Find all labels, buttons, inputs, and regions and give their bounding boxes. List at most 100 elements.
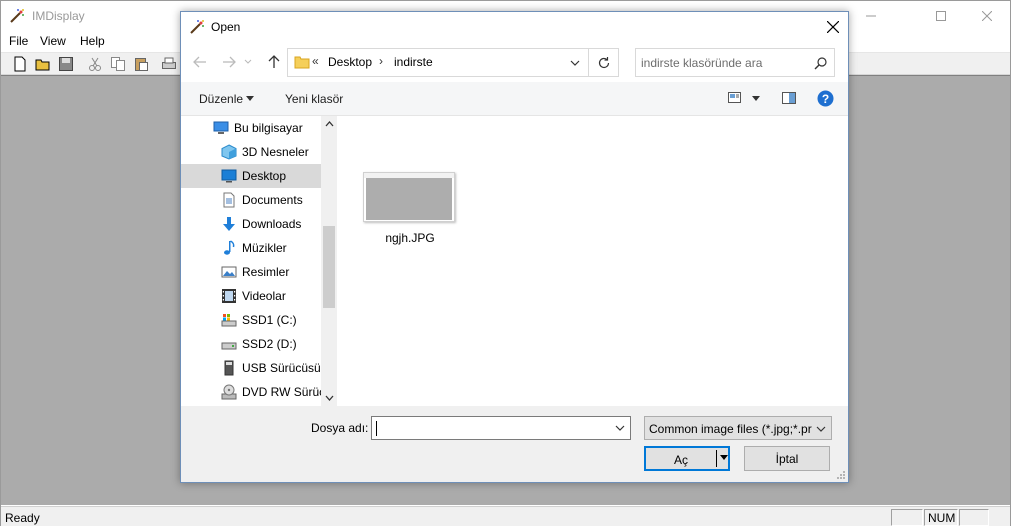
chevron-down-icon[interactable] bbox=[614, 422, 626, 434]
scroll-down-button[interactable] bbox=[321, 390, 337, 406]
search-box[interactable] bbox=[635, 48, 835, 77]
app-menu-bar: File View Help bbox=[1, 32, 181, 52]
file-item[interactable]: ngjh.JPG bbox=[361, 168, 461, 245]
maximize-button[interactable] bbox=[918, 1, 964, 31]
nav-item-downloads[interactable]: Downloads bbox=[181, 212, 321, 236]
navigation-scrollbar[interactable] bbox=[321, 116, 337, 406]
scrollbar-thumb[interactable] bbox=[323, 226, 335, 308]
svg-text:?: ? bbox=[822, 92, 829, 106]
help-icon[interactable]: ? bbox=[817, 90, 834, 107]
nav-item-label: 3D Nesneler bbox=[242, 145, 309, 159]
nav-item-ssd2[interactable]: SSD2 (D:) bbox=[181, 332, 321, 356]
nav-item-label: Resimler bbox=[242, 265, 290, 279]
address-dropdown-icon[interactable] bbox=[568, 56, 582, 70]
download-icon bbox=[223, 217, 235, 231]
open-button[interactable]: Aç bbox=[644, 446, 730, 471]
scroll-up-button[interactable] bbox=[321, 116, 337, 132]
chevron-down-icon bbox=[816, 426, 826, 432]
filetype-select[interactable]: Common image files (*.jpg;*.pr bbox=[644, 416, 832, 440]
music-icon bbox=[224, 240, 235, 255]
nav-item-pictures[interactable]: Resimler bbox=[181, 260, 321, 284]
address-divider bbox=[588, 49, 589, 76]
view-chevron-down-icon[interactable] bbox=[752, 96, 760, 102]
close-icon bbox=[982, 11, 992, 21]
nav-item-this-pc[interactable]: Bu bilgisayar bbox=[181, 116, 321, 140]
open-folder-icon[interactable] bbox=[35, 56, 51, 72]
nav-item-music[interactable]: Müzikler bbox=[181, 236, 321, 260]
file-list[interactable]: ngjh.JPG bbox=[337, 116, 848, 406]
preview-pane-icon[interactable] bbox=[781, 91, 797, 105]
nav-item-desktop[interactable]: Desktop bbox=[181, 164, 321, 188]
drive-c-icon bbox=[221, 314, 237, 327]
recent-locations-button[interactable] bbox=[242, 51, 254, 73]
magic-wand-icon bbox=[10, 9, 24, 23]
magic-wand-icon bbox=[190, 20, 204, 34]
breadcrumb-separator-icon[interactable]: › bbox=[379, 54, 383, 68]
back-button[interactable] bbox=[189, 51, 211, 73]
nav-item-label: SSD1 (C:) bbox=[242, 313, 297, 327]
status-box-scrl bbox=[959, 509, 989, 526]
chevron-down-icon bbox=[325, 395, 333, 401]
arrow-right-icon bbox=[223, 56, 236, 68]
menu-file[interactable]: File bbox=[9, 34, 28, 48]
app-close-button[interactable] bbox=[964, 1, 1010, 31]
nav-item-label: USB Sürücüsü ( bbox=[242, 361, 329, 375]
cancel-button[interactable]: İptal bbox=[744, 446, 830, 471]
text-caret bbox=[376, 421, 377, 436]
file-thumbnail bbox=[363, 172, 455, 222]
nav-item-documents[interactable]: Documents bbox=[181, 188, 321, 212]
open-button-label: Aç bbox=[673, 453, 688, 467]
nav-item-usb[interactable]: USB Sürücüsü ( bbox=[181, 356, 328, 380]
filetype-value: Common image files (*.jpg;*.pr bbox=[649, 422, 812, 436]
nav-item-label: SSD2 (D:) bbox=[242, 337, 297, 351]
minimize-icon bbox=[866, 15, 876, 17]
filename-label: Dosya adı: bbox=[311, 421, 369, 435]
nav-item-3d-objects[interactable]: 3D Nesneler bbox=[181, 140, 321, 164]
address-bar[interactable]: « Desktop › indirste bbox=[287, 48, 619, 77]
nav-item-label: Müzikler bbox=[242, 241, 287, 255]
computer-icon bbox=[213, 121, 229, 134]
close-icon bbox=[826, 21, 839, 33]
new-file-icon[interactable] bbox=[12, 56, 28, 72]
status-num: NUM bbox=[924, 509, 958, 526]
menu-view[interactable]: View bbox=[40, 34, 66, 48]
filename-input[interactable] bbox=[373, 418, 609, 438]
chevron-down-icon bbox=[244, 59, 252, 64]
app-title: IMDisplay bbox=[32, 9, 85, 23]
nav-item-label: Desktop bbox=[242, 169, 287, 183]
dialog-close-button[interactable] bbox=[817, 12, 848, 42]
organize-button[interactable]: Düzenle bbox=[199, 92, 243, 106]
search-input[interactable] bbox=[637, 50, 809, 75]
desktop-icon bbox=[221, 169, 237, 183]
dialog-title: Open bbox=[211, 20, 241, 34]
up-button[interactable] bbox=[263, 51, 285, 73]
document-icon bbox=[223, 192, 235, 208]
forward-button[interactable] bbox=[218, 51, 240, 73]
minimize-button[interactable] bbox=[848, 1, 894, 31]
breadcrumb-desktop[interactable]: Desktop bbox=[328, 55, 372, 69]
nav-item-label: Videolar bbox=[242, 289, 286, 303]
nav-item-dvd[interactable]: DVD RW Sürüc bbox=[181, 380, 325, 404]
drive-icon bbox=[221, 342, 237, 350]
open-dropdown-arrow-icon[interactable] bbox=[720, 455, 728, 460]
breadcrumb-indirste[interactable]: indirste bbox=[394, 55, 433, 69]
copy-icon[interactable] bbox=[110, 56, 126, 72]
breadcrumb-overflow[interactable]: « bbox=[312, 54, 319, 68]
status-ready: Ready bbox=[5, 511, 40, 525]
search-icon[interactable] bbox=[814, 56, 828, 70]
arrow-left-icon bbox=[193, 56, 206, 68]
resize-grip-icon[interactable] bbox=[836, 470, 846, 480]
view-options-icon[interactable] bbox=[727, 91, 743, 105]
filename-combobox[interactable] bbox=[371, 416, 631, 440]
save-icon[interactable] bbox=[58, 56, 74, 72]
menu-help[interactable]: Help bbox=[80, 34, 105, 48]
nav-item-ssd1[interactable]: SSD1 (C:) bbox=[181, 308, 321, 332]
refresh-icon[interactable] bbox=[596, 55, 612, 71]
new-folder-button[interactable]: Yeni klasör bbox=[285, 92, 343, 106]
cut-icon[interactable] bbox=[87, 56, 103, 72]
organize-chevron-down-icon[interactable] bbox=[246, 96, 254, 102]
nav-item-videos[interactable]: Videolar bbox=[181, 284, 321, 308]
arrow-up-icon bbox=[268, 55, 280, 68]
print-icon[interactable] bbox=[161, 56, 177, 72]
paste-icon[interactable] bbox=[133, 56, 149, 72]
